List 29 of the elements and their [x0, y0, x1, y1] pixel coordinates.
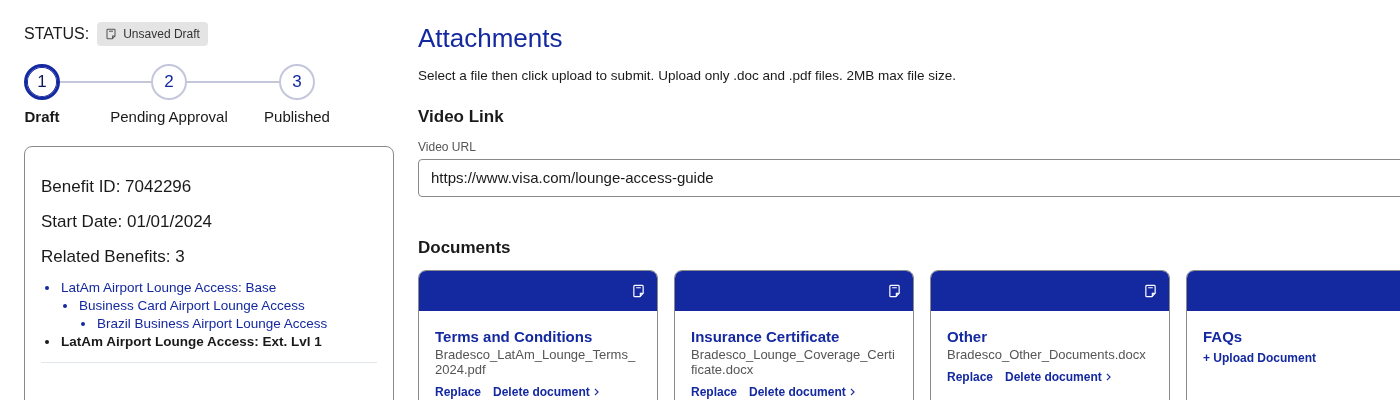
document-title: FAQs — [1203, 327, 1244, 348]
document-title: Other — [947, 327, 988, 348]
field-label: Video URL — [418, 138, 477, 156]
status-badge: Unsaved Draft — [97, 22, 208, 46]
section-heading: Documents — [418, 236, 512, 259]
file-name: Bradesco_Lounge_Coverage_Certificate.docx — [691, 347, 896, 378]
upload-document-link[interactable]: + Upload Document — [1203, 349, 1400, 368]
replace-link[interactable]: Replace — [947, 368, 994, 387]
url-field[interactable]: https://www.visa.com/lounge-access-guide — [418, 158, 1400, 197]
document-title: Terms and Conditions — [435, 327, 594, 348]
delete-document-link[interactable]: Delete document — [749, 383, 855, 400]
document-title: Insurance Certificate — [691, 327, 841, 348]
benefit-id: Benefit ID: 7042296 — [41, 176, 193, 198]
status-label: STATUS: — [24, 24, 90, 44]
benefit-name: LatAm Airport Lounge Access: Ext. Lvl 1 — [61, 332, 322, 351]
section-heading: Video Link — [418, 106, 505, 129]
step-label: Published — [264, 107, 330, 127]
step-label: Pending Approval — [110, 107, 228, 127]
instructions-text: Select a file then click upload to submit. Upload only .doc and .pdf files. 2MB max file size. — [418, 67, 958, 85]
file-name: Bradesco_LatAm_Lounge_Terms_2024.pdf — [435, 347, 637, 378]
delete-document-link[interactable]: Delete document — [1005, 368, 1111, 387]
step-label: Draft — [24, 107, 60, 127]
start-date: Start Date: 01/01/2024 — [41, 211, 214, 233]
delete-document-link[interactable]: Delete document — [493, 383, 599, 400]
page-title: Attachments — [418, 22, 564, 54]
file-name: Bradesco_Other_Documents.docx — [947, 347, 1147, 363]
replace-link[interactable]: Replace — [691, 383, 738, 400]
related-benefits-count: Related Benefits: 3 — [41, 246, 186, 268]
replace-link[interactable]: Replace — [435, 383, 482, 400]
